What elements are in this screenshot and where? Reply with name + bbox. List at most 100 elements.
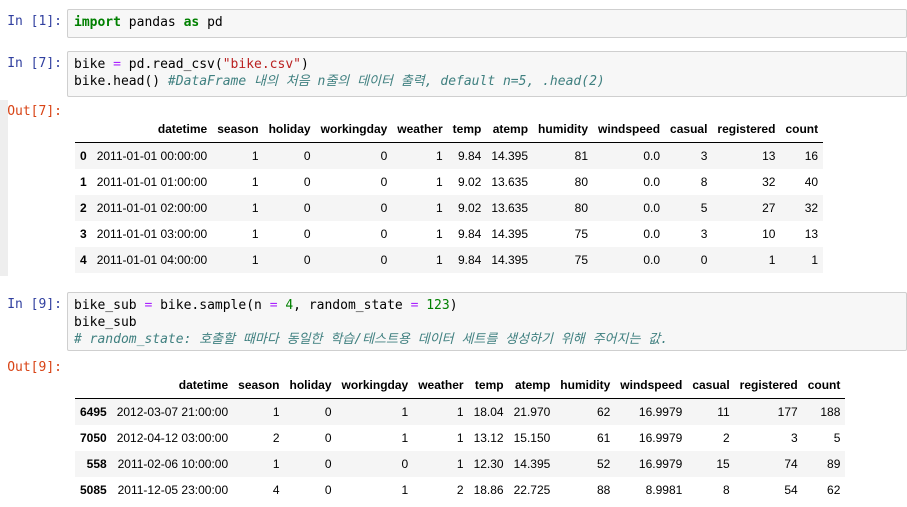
table-cell: 2 [456,483,464,497]
table-cell: 0 [303,175,311,189]
table-cell: 0 [380,253,388,267]
table-cell: 1 [251,253,259,267]
column-header: windspeed [615,372,688,399]
table-cell: 13.635 [491,175,529,189]
column-header: weather [413,372,469,399]
input-prompt: In [9]: [7,297,62,312]
column-header: temp [468,372,509,399]
code-line: bike = pd.read_csv("bike.csv") [74,56,900,73]
code-token: pandas [120,15,184,30]
output-collapse-strip[interactable] [0,100,8,276]
column-header: holiday [284,372,337,399]
column-header: windspeed [593,116,666,143]
table-cell: 1 [251,149,259,163]
table-row: 4 2011-01-01 04:00:00 1 0 0 1 9.84 14.395 75 0.0 0… [75,247,824,273]
code-token: bike.sample(n [152,298,270,313]
table-cell: 1 [435,149,443,163]
output-cell-9: Out[9]: datetime season holiday workingday w… [0,356,907,507]
row-index: 7050 [80,431,107,445]
table-cell: 88 [596,483,611,497]
table-cell: 3 [700,227,708,241]
table-cell: 1 [435,253,443,267]
table-cell: 0.0 [643,227,661,241]
row-index: 1 [80,175,87,189]
table-cell: 8.9981 [645,483,683,497]
table-cell: 1 [251,175,259,189]
table-cell: 1 [251,227,259,241]
table-cell: 15.150 [513,431,551,445]
table-cell: 10 [762,227,776,241]
table-cell: 2011-12-05 23:00:00 [117,483,229,497]
column-header: workingday [315,116,393,143]
column-header: datetime [111,372,234,399]
table-cell: 0 [380,175,388,189]
table-cell: 2012-04-12 03:00:00 [116,431,229,445]
table-cell: 0.0 [643,149,661,163]
table-row: 1 2011-01-01 01:00:00 1 0 0 1 9.02 13.635 80 0.0 8… [75,169,823,195]
table-cell: 62 [827,483,841,497]
table-cell: 5 [833,431,841,445]
code-token: as [183,15,200,30]
code-token: ) [449,298,458,313]
column-header: casual [665,116,713,143]
output-prompt: Out[9]: [7,360,62,375]
dataframe-table: datetime season holiday workingday weather te… [75,372,846,503]
table-cell: 80 [574,201,589,215]
table-cell: 81 [574,149,589,163]
table-cell: 0 [324,431,332,445]
table-cell: 0 [324,457,332,471]
code-input-7[interactable]: bike = pd.read_csv("bike.csv") bike.head(… [67,51,907,97]
table-cell: 9.84 [457,149,482,163]
code-token: import [74,15,121,30]
code-token: bike_sub [74,298,145,313]
table-cell: 75 [574,227,589,241]
table-cell: 52 [596,457,611,471]
table-row: 6495 2012-03-07 21:00:00 1 0 1 1 18.04 21.970 62… [75,398,846,425]
table-cell: 1 [401,431,409,445]
column-header [75,116,92,143]
input-prompt: In [1]: [7,14,62,29]
column-header: registered [734,372,803,399]
column-header: season [233,372,285,399]
input-prompt: In [7]: [7,56,62,71]
table-cell: 16.9979 [638,405,683,419]
code-input-9[interactable]: bike_sub = bike.sample(n = 4, random_sta… [67,292,907,351]
table-cell: 18.04 [473,405,504,419]
table-cell: 75 [574,253,589,267]
table-cell: 2011-01-01 03:00:00 [96,227,208,241]
table-cell: 1 [456,457,464,471]
code-input-1[interactable]: import pandas as pd [67,9,907,38]
table-cell: 2 [722,431,730,445]
table-cell: 0 [303,253,311,267]
table-cell: 1 [768,253,776,267]
table-cell: 3 [700,149,708,163]
table-cell: 13 [762,149,776,163]
column-header: atemp [508,372,556,399]
code-token: 123 [426,298,450,313]
table-cell: 2011-01-01 01:00:00 [96,175,208,189]
table-cell: 1 [456,431,464,445]
table-cell: 62 [596,405,611,419]
code-cell-9[interactable]: In [9]: bike_sub = bike.sample(n = 4, ra… [0,292,907,351]
table-cell: 54 [784,483,798,497]
row-index: 2 [80,201,87,215]
table-cell: 2011-02-06 10:00:00 [117,457,229,471]
column-header: holiday [263,116,316,143]
table-cell: 16.9979 [638,431,683,445]
code-token: bike [74,57,114,72]
code-cell-7[interactable]: In [7]: bike = pd.read_csv("bike.csv") bi… [0,51,907,97]
column-header: atemp [486,116,534,143]
table-cell: 9.02 [457,175,482,189]
table-cell: 0 [700,253,708,267]
column-header: weather [392,116,448,143]
row-index: 558 [86,457,107,471]
code-line: bike_sub [74,314,900,331]
table-cell: 40 [804,175,819,189]
column-header: count [802,372,846,399]
code-line: bike_sub = bike.sample(n = 4, random_sta… [74,297,900,314]
code-cell-1[interactable]: In [1]: import pandas as pd [0,9,907,38]
table-row: 7050 2012-04-12 03:00:00 2 0 1 1 13.12 15.150 61… [75,425,845,451]
table-cell: 0 [380,201,388,215]
table-cell: 1 [456,405,464,419]
column-header: humidity [533,116,594,143]
